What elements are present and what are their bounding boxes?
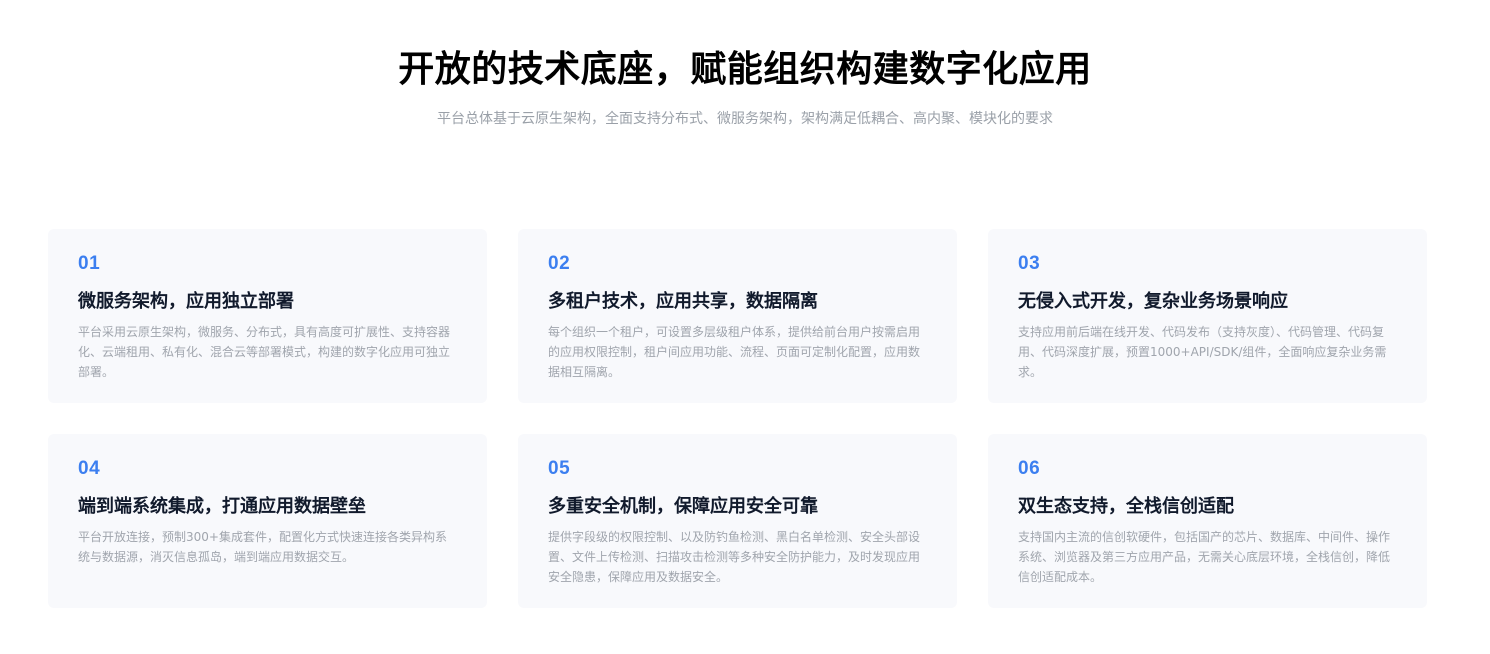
feature-number: 04 xyxy=(78,458,101,479)
feature-card-02: 02 多租户技术，应用共享，数据隔离 每个组织一个租户，可设置多层级租户体系，提… xyxy=(518,229,957,403)
feature-card-04: 04 端到端系统集成，打通应用数据壁垒 平台开放连接，预制300+集成套件，配置… xyxy=(48,434,487,608)
feature-card-01: 01 微服务架构，应用独立部署 平台采用云原生架构，微服务、分布式，具有高度可扩… xyxy=(48,229,487,403)
feature-card-06: 06 双生态支持，全栈信创适配 支持国内主流的信创软硬件，包括国产的芯片、数据库… xyxy=(988,434,1427,608)
page-subtitle: 平台总体基于云原生架构，全面支持分布式、微服务架构，架构满足低耦合、高内聚、模块… xyxy=(437,111,1053,127)
feature-title: 多重安全机制，保障应用安全可靠 xyxy=(548,496,818,517)
feature-number: 01 xyxy=(78,253,101,274)
feature-number: 03 xyxy=(1018,253,1041,274)
feature-title: 无侵入式开发，复杂业务场景响应 xyxy=(1018,291,1288,312)
feature-title: 微服务架构，应用独立部署 xyxy=(78,291,294,312)
page-title: 开放的技术底座，赋能组织构建数字化应用 xyxy=(398,49,1092,90)
feature-title: 多租户技术，应用共享，数据隔离 xyxy=(548,291,818,312)
feature-card-03: 03 无侵入式开发，复杂业务场景响应 支持应用前后端在线开发、代码发布（支持灰度… xyxy=(988,229,1427,403)
feature-description: 平台采用云原生架构，微服务、分布式，具有高度可扩展性、支持容器化、云端租用、私有… xyxy=(78,325,451,379)
feature-description: 支持国内主流的信创软硬件，包括国产的芯片、数据库、中间件、操作系统、浏览器及第三… xyxy=(1018,530,1391,584)
feature-description: 支持应用前后端在线开发、代码发布（支持灰度）、代码管理、代码复用、代码深度扩展，… xyxy=(1018,325,1387,379)
feature-description: 每个组织一个租户，可设置多层级租户体系，提供给前台用户按需启用的应用权限控制，租… xyxy=(548,325,921,379)
feature-description: 平台开放连接，预制300+集成套件，配置化方式快速连接各类异构系统与数据源，消灭… xyxy=(78,530,447,564)
feature-card-05: 05 多重安全机制，保障应用安全可靠 提供字段级的权限控制、以及防钓鱼检测、黑白… xyxy=(518,434,957,608)
feature-grid: 01 微服务架构，应用独立部署 平台采用云原生架构，微服务、分布式，具有高度可扩… xyxy=(48,229,1427,608)
feature-number: 02 xyxy=(548,253,571,274)
feature-number: 05 xyxy=(548,458,571,479)
feature-description: 提供字段级的权限控制、以及防钓鱼检测、黑白名单检测、安全头部设置、文件上传检测、… xyxy=(548,530,921,584)
feature-title: 双生态支持，全栈信创适配 xyxy=(1018,496,1234,517)
feature-title: 端到端系统集成，打通应用数据壁垒 xyxy=(78,496,366,517)
feature-number: 06 xyxy=(1018,458,1041,479)
